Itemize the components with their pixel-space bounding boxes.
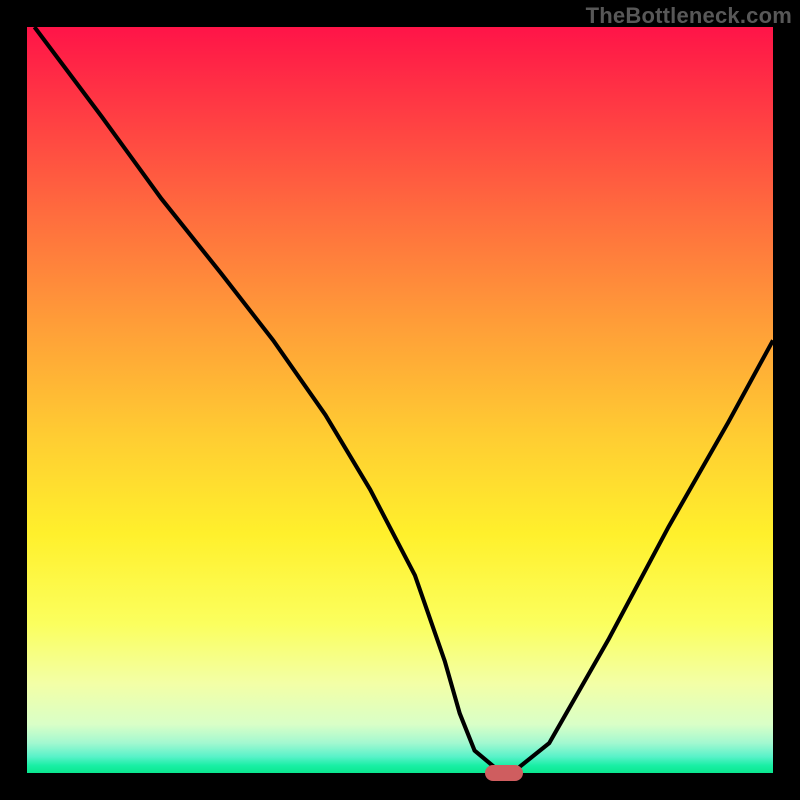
optimal-marker (485, 765, 523, 781)
chart-root: TheBottleneck.com (0, 0, 800, 800)
plot-area (27, 27, 773, 773)
bottleneck-curve (27, 27, 773, 773)
watermark-text: TheBottleneck.com (586, 3, 792, 29)
